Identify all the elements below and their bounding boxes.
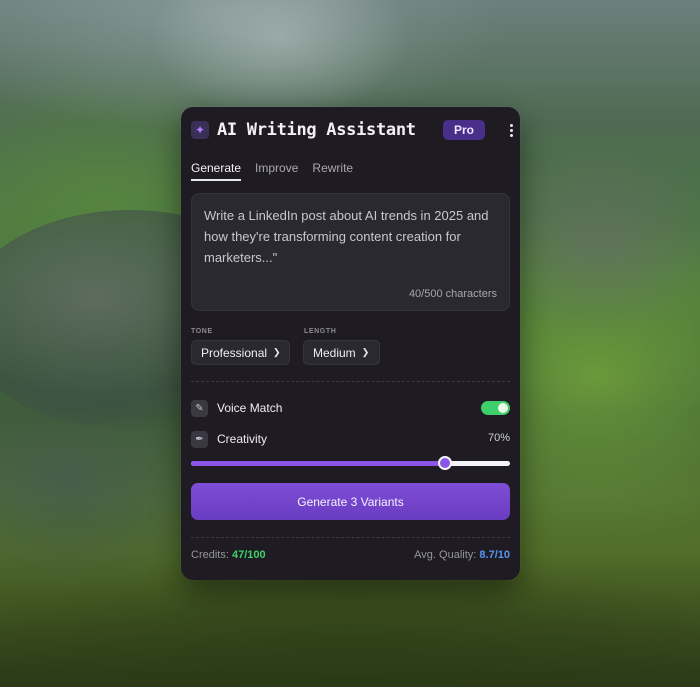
chevron-down-icon: ❯ [361, 347, 370, 357]
length-select[interactable]: Medium ❯ [303, 340, 380, 365]
toggle-knob [498, 403, 508, 413]
tab-generate[interactable]: Generate [191, 161, 242, 181]
slider-thumb[interactable] [437, 456, 452, 470]
tab-improve[interactable]: Improve [255, 161, 298, 181]
tab-rewrite[interactable]: Rewrite [312, 161, 353, 181]
length-label: LENGTH [304, 328, 337, 335]
voice-match-label: Voice Match [217, 401, 283, 415]
slider-fill [191, 461, 445, 466]
creativity-label: Creativity [217, 432, 268, 446]
panel-title: AI Writing Assistant [217, 120, 416, 140]
creativity-slider[interactable] [191, 456, 510, 470]
edit-square-icon: ✎ [191, 400, 208, 417]
kebab-menu-icon[interactable] [505, 121, 517, 139]
tone-select[interactable]: Professional ❯ [191, 340, 290, 365]
character-count: 40/500 characters [408, 288, 497, 300]
tone-label: TONE [191, 328, 213, 335]
creativity-percent: 70% [487, 432, 510, 444]
mode-tabs: Generate Improve Rewrite [191, 161, 367, 181]
prompt-text[interactable]: Write a LinkedIn post about AI trends in… [204, 205, 500, 268]
prompt-textarea[interactable]: Write a LinkedIn post about AI trends in… [191, 193, 510, 311]
quality-label: Avg. Quality: [414, 549, 477, 561]
pen-tool-icon: ✒ [191, 431, 208, 448]
quality-value: 8.7/10 [479, 549, 510, 561]
divider [191, 381, 510, 382]
credits-info: Credits: 47/100 [191, 549, 266, 561]
ai-writing-assistant-panel: ✦ AI Writing Assistant Pro Generate Impr… [181, 107, 520, 580]
tone-value: Professional [201, 345, 268, 360]
generate-variants-button[interactable]: Generate 3 Variants [191, 483, 510, 520]
credits-value: 47/100 [231, 549, 266, 561]
length-value: Medium [313, 345, 356, 360]
chevron-down-icon: ❯ [273, 347, 281, 357]
sparkle-icon: ✦ [191, 121, 209, 139]
voice-match-toggle[interactable] [481, 401, 510, 415]
panel-header: ✦ AI Writing Assistant Pro [191, 119, 513, 141]
divider [191, 537, 510, 538]
credits-label: Credits: [191, 549, 229, 561]
quality-info: Avg. Quality: 8.7/10 [414, 549, 510, 561]
pro-badge[interactable]: Pro [443, 120, 485, 140]
